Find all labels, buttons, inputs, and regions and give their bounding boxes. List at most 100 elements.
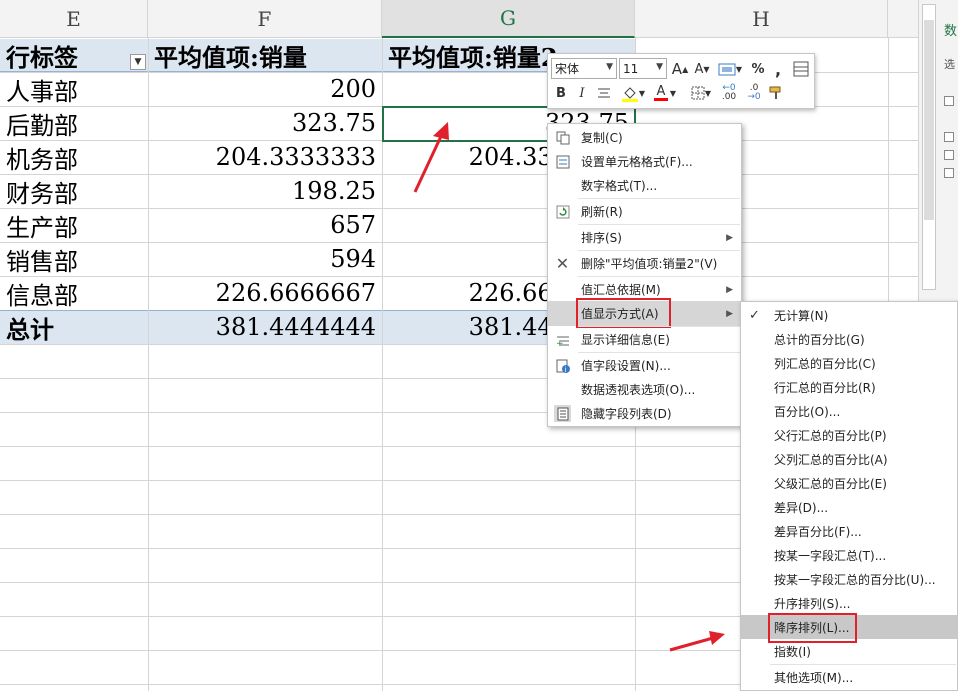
- pivot-value-cell[interactable]: 226.6666667: [148, 276, 382, 310]
- font-color-button[interactable]: A ▼: [652, 83, 678, 103]
- font-name-box[interactable]: 宋体 ▼: [551, 58, 617, 79]
- align-center-icon: [598, 88, 610, 98]
- field-checkbox[interactable]: [944, 132, 954, 142]
- font-size-box[interactable]: 11 ▼: [619, 58, 667, 79]
- submenu-item-pct-grand-total[interactable]: 总计的百分比(G): [741, 327, 957, 351]
- svg-text:i: i: [564, 366, 566, 373]
- decrease-decimal-button[interactable]: .0 →0: [743, 83, 765, 103]
- currency-format-icon: [718, 63, 736, 76]
- format-table-button[interactable]: [791, 59, 811, 79]
- increase-font-size-button[interactable]: A ▲: [672, 59, 688, 79]
- pivot-value-cell[interactable]: 204.3333333: [148, 140, 382, 174]
- submenu-item-label: 升序排列(S)...: [774, 596, 851, 611]
- submenu-item-label: 差异(D)...: [774, 500, 829, 515]
- submenu-item-label: 无计算(N): [774, 308, 829, 323]
- increase-decimal-button[interactable]: ←0.00: [718, 83, 740, 103]
- pivot-value-cell[interactable]: 198.25: [148, 174, 382, 208]
- chevron-down-icon: ▼: [656, 62, 663, 72]
- pivot-row-label[interactable]: 机务部: [0, 140, 148, 174]
- submenu-item-label: 按某一字段汇总的百分比(U)...: [774, 572, 936, 587]
- column-header-h[interactable]: H: [635, 0, 888, 38]
- pivot-value-cell[interactable]: 200: [148, 72, 382, 106]
- format-cells-icon: [554, 153, 571, 170]
- menu-item-value-field-settings[interactable]: i 值字段设置(N)...: [548, 353, 741, 378]
- pivot-row-label[interactable]: 后勤部: [0, 106, 148, 140]
- submenu-item-pct-parent[interactable]: 父级汇总的百分比(E): [741, 471, 957, 495]
- field-checkbox[interactable]: [944, 150, 954, 160]
- filter-dropdown-button[interactable]: ▼: [130, 54, 146, 70]
- menu-item-label: 值汇总依据(M): [581, 283, 661, 297]
- pivot-row-label-header[interactable]: 行标签: [0, 38, 148, 72]
- menu-item-label: 复制(C): [581, 131, 623, 145]
- number-format-button[interactable]: ▼: [716, 59, 744, 79]
- submenu-item-label: 父列汇总的百分比(A): [774, 452, 888, 467]
- paint-bucket-icon: [621, 87, 638, 102]
- submenu-item-pct-running-total[interactable]: 按某一字段汇总的百分比(U)...: [741, 567, 957, 591]
- submenu-item-rank-ascending[interactable]: 升序排列(S)...: [741, 591, 957, 615]
- menu-item-show-details[interactable]: + 显示详细信息(E): [548, 327, 741, 352]
- italic-button[interactable]: I: [574, 83, 590, 103]
- menu-item-label: 删除"平均值项:销量2"(V): [581, 257, 718, 271]
- borders-button[interactable]: ▼: [687, 83, 715, 103]
- submenu-item-pct-difference-from[interactable]: 差异百分比(F)...: [741, 519, 957, 543]
- menu-item-format-cells[interactable]: 设置单元格格式(F)...: [548, 149, 741, 174]
- pivot-value-header-f[interactable]: 平均值项:销量: [148, 38, 382, 72]
- menu-item-pivot-options[interactable]: 数据透视表选项(O)...: [548, 377, 741, 402]
- show-details-icon: +: [554, 331, 571, 348]
- pivot-value-cell[interactable]: 594: [148, 242, 382, 276]
- submenu-item-pct-parent-row[interactable]: 父行汇总的百分比(P): [741, 423, 957, 447]
- decrease-font-size-button[interactable]: A ▼: [694, 59, 710, 79]
- submenu-item-difference-from[interactable]: 差异(D)...: [741, 495, 957, 519]
- pivot-row-label[interactable]: 财务部: [0, 174, 148, 208]
- menu-item-label: 设置单元格格式(F)...: [581, 155, 693, 169]
- submenu-item-more-options[interactable]: 其他选项(M)...: [741, 665, 957, 689]
- percent-style-button[interactable]: %: [749, 59, 767, 79]
- menu-item-copy[interactable]: 复制(C): [548, 125, 741, 150]
- pivot-total-value[interactable]: 381.4444444: [148, 310, 382, 344]
- menu-item-delete-field[interactable]: ✕ 删除"平均值项:销量2"(V): [548, 251, 741, 276]
- submenu-item-label: 其他选项(M)...: [774, 670, 854, 685]
- column-header-f[interactable]: F: [148, 0, 382, 38]
- submenu-item-label: 行汇总的百分比(R): [774, 380, 876, 395]
- comma-style-button[interactable]: ,: [771, 59, 785, 79]
- field-checkbox[interactable]: [944, 168, 954, 178]
- pivot-row-label[interactable]: 信息部: [0, 276, 148, 310]
- menu-item-label: 显示详细信息(E): [581, 333, 670, 347]
- column-header-g[interactable]: G: [382, 0, 635, 38]
- field-checkbox[interactable]: [944, 96, 954, 106]
- submenu-item-index[interactable]: 指数(I): [741, 639, 957, 663]
- scrollbar-thumb[interactable]: [924, 20, 934, 220]
- pivot-value-cell[interactable]: 657: [148, 208, 382, 242]
- refresh-icon: [554, 203, 571, 220]
- submenu-item-pct-row-total[interactable]: 行汇总的百分比(R): [741, 375, 957, 399]
- pivot-value-cell[interactable]: 323.75: [148, 106, 382, 140]
- borders-icon: [691, 86, 705, 100]
- submenu-item-pct-column-total[interactable]: 列汇总的百分比(C): [741, 351, 957, 375]
- submenu-item-pct-parent-column[interactable]: 父列汇总的百分比(A): [741, 447, 957, 471]
- align-center-button[interactable]: [595, 83, 613, 103]
- menu-item-refresh[interactable]: 刷新(R): [548, 199, 741, 224]
- menu-item-number-format[interactable]: 数字格式(T)...: [548, 173, 741, 198]
- column-header-e[interactable]: E: [0, 0, 148, 38]
- submenu-arrow-icon: ▶: [726, 308, 733, 319]
- bold-button[interactable]: B: [553, 83, 569, 103]
- submenu-item-label: 按某一字段汇总(T)...: [774, 548, 887, 563]
- submenu-item-pct-of[interactable]: 百分比(O)...: [741, 399, 957, 423]
- annotation-arrow-icon: [669, 631, 725, 652]
- pivot-row-label[interactable]: 人事部: [0, 72, 148, 106]
- menu-item-hide-field-list[interactable]: 隐藏字段列表(D): [548, 401, 741, 426]
- chevron-down-icon: ▼: [606, 62, 613, 72]
- fill-color-button[interactable]: ▼: [618, 83, 648, 103]
- menu-item-label: 值字段设置(N)...: [581, 359, 671, 373]
- format-painter-button[interactable]: [767, 83, 785, 103]
- submenu-item-no-calculation[interactable]: ✓ 无计算(N): [741, 303, 957, 327]
- pivot-total-label[interactable]: 总计: [0, 310, 148, 344]
- menu-item-label: 数据透视表选项(O)...: [581, 383, 696, 397]
- pivot-row-label[interactable]: 生产部: [0, 208, 148, 242]
- menu-item-label: 隐藏字段列表(D): [581, 407, 672, 421]
- font-shrink-glyph: A: [694, 61, 704, 77]
- submenu-item-running-total[interactable]: 按某一字段汇总(T)...: [741, 543, 957, 567]
- submenu-arrow-icon: ▶: [726, 284, 733, 295]
- pivot-row-label[interactable]: 销售部: [0, 242, 148, 276]
- menu-item-sort[interactable]: 排序(S) ▶: [548, 225, 741, 250]
